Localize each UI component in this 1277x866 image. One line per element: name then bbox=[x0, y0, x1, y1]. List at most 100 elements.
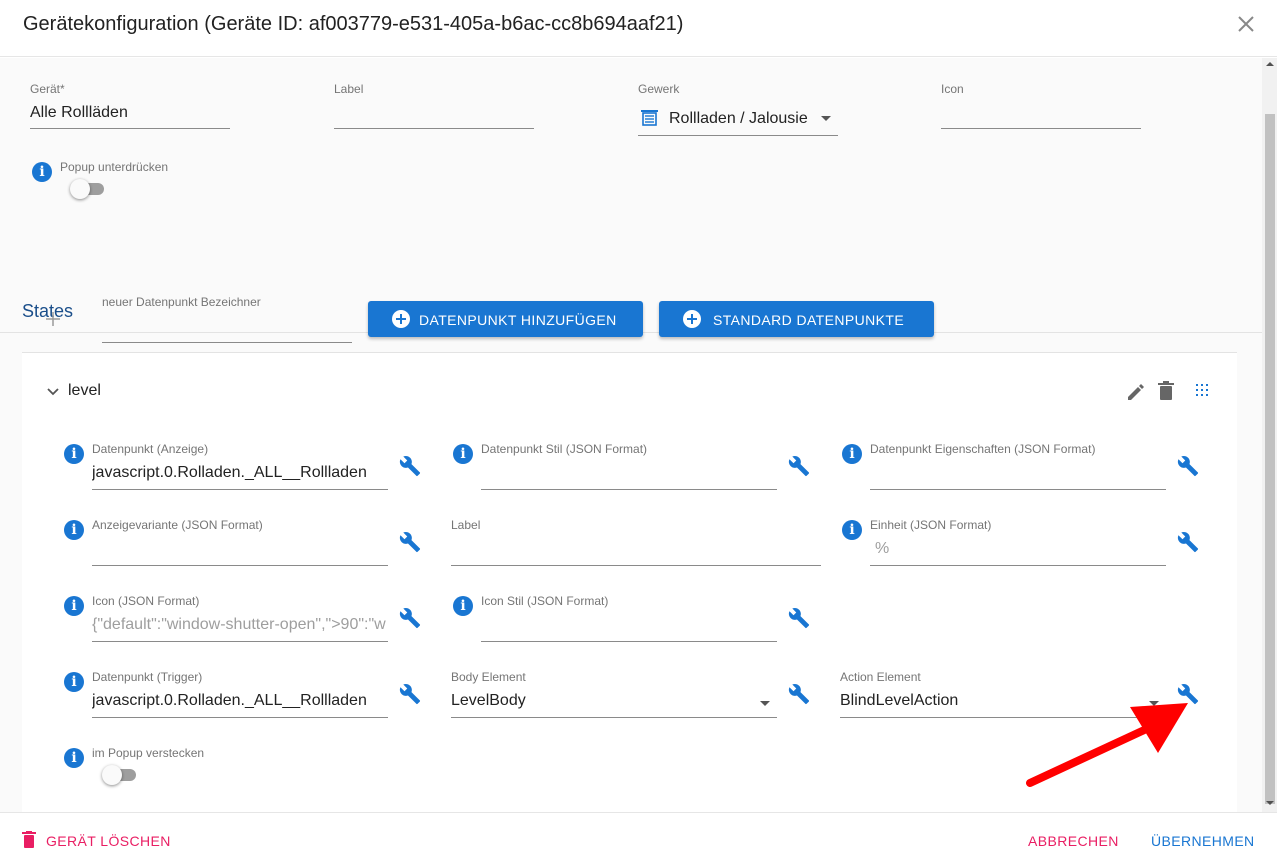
device-input[interactable]: Alle Rollläden bbox=[30, 104, 230, 122]
wrench-icon[interactable] bbox=[788, 455, 810, 477]
device-config-dialog: Gerätekonfiguration (Geräte ID: af003779… bbox=[0, 0, 1277, 866]
datapoint-display-label: Datenpunkt (Anzeige) bbox=[92, 442, 209, 456]
wrench-icon[interactable] bbox=[399, 683, 421, 705]
wrench-icon[interactable] bbox=[1177, 531, 1199, 553]
cancel-button[interactable]: ABBRECHEN bbox=[1028, 833, 1119, 849]
unit-input[interactable]: % bbox=[875, 540, 1165, 558]
hide-in-popup-label: im Popup verstecken bbox=[92, 746, 205, 760]
datapoint-display-underline bbox=[92, 489, 388, 490]
datapoint-display-field[interactable]: Datenpunkt (Anzeige) javascript.0.Rollad… bbox=[92, 442, 388, 490]
dialog-footer: GERÄT LÖSCHEN ABBRECHEN ÜBERNEHMEN bbox=[0, 812, 1277, 866]
body-element-label: Body Element bbox=[451, 670, 526, 684]
blinds-icon bbox=[641, 110, 658, 126]
trade-label: Gewerk bbox=[638, 82, 680, 96]
scroll-up-icon[interactable] bbox=[1266, 62, 1274, 66]
body-element-select[interactable]: Body Element LevelBody bbox=[451, 670, 777, 718]
close-icon[interactable] bbox=[1236, 14, 1256, 34]
icon-field[interactable]: Icon bbox=[941, 82, 1141, 130]
unit-field[interactable]: Einheit (JSON Format) % bbox=[870, 518, 1166, 566]
hide-in-popup-toggle[interactable] bbox=[102, 765, 138, 785]
standard-datapoints-button-label: STANDARD DATENPUNKTE bbox=[713, 312, 905, 328]
datapoint-trigger-underline bbox=[92, 717, 388, 718]
device-field[interactable]: Gerät* Alle Rollläden bbox=[30, 82, 230, 130]
wrench-icon[interactable] bbox=[788, 607, 810, 629]
annotation-arrow bbox=[1026, 703, 1188, 787]
required-mark: * bbox=[60, 82, 65, 96]
unit-underline bbox=[870, 565, 1166, 566]
info-icon[interactable]: i bbox=[64, 444, 84, 464]
suppress-popup-toggle[interactable] bbox=[70, 179, 106, 199]
datapoint-props-underline bbox=[870, 489, 1166, 490]
icon-style-underline bbox=[481, 641, 777, 642]
icon-json-label: Icon (JSON Format) bbox=[92, 594, 200, 608]
info-icon[interactable]: i bbox=[842, 444, 862, 464]
chevron-down-icon bbox=[760, 701, 770, 706]
icon-json-underline bbox=[92, 641, 388, 642]
add-circle-icon bbox=[683, 310, 701, 328]
scrollbar-thumb[interactable] bbox=[1265, 114, 1275, 804]
datapoint-display-input[interactable]: javascript.0.Rolladen._ALL__Rollladen bbox=[92, 464, 388, 482]
drag-handle-icon[interactable] bbox=[1195, 383, 1209, 397]
chevron-down-icon[interactable] bbox=[47, 388, 59, 396]
trade-select[interactable]: Gewerk Rollladen / Jalousie bbox=[638, 82, 838, 136]
state-label-underline bbox=[451, 565, 821, 566]
datapoint-trigger-label: Datenpunkt (Trigger) bbox=[92, 670, 203, 684]
icon-style-field[interactable]: Icon Stil (JSON Format) bbox=[481, 594, 777, 642]
unit-label: Einheit (JSON Format) bbox=[870, 518, 992, 532]
add-circle-icon bbox=[392, 310, 410, 328]
display-variant-label: Anzeigevariante (JSON Format) bbox=[92, 518, 263, 532]
wrench-icon[interactable] bbox=[1177, 455, 1199, 477]
label-underline bbox=[334, 128, 534, 129]
datapoint-trigger-field[interactable]: Datenpunkt (Trigger) javascript.0.Rollad… bbox=[92, 670, 388, 718]
info-icon[interactable]: i bbox=[453, 596, 473, 616]
action-element-label: Action Element bbox=[840, 670, 921, 684]
delete-icon[interactable] bbox=[22, 831, 36, 848]
state-label-field[interactable]: Label bbox=[451, 518, 821, 566]
standard-datapoints-button[interactable]: STANDARD DATENPUNKTE bbox=[659, 301, 934, 337]
datapoint-style-label: Datenpunkt Stil (JSON Format) bbox=[481, 442, 648, 456]
delete-device-button[interactable]: GERÄT LÖSCHEN bbox=[46, 833, 171, 849]
wrench-icon[interactable] bbox=[399, 607, 421, 629]
apply-button[interactable]: ÜBERNEHMEN bbox=[1151, 833, 1255, 849]
edit-icon[interactable] bbox=[1126, 382, 1146, 402]
icon-json-field[interactable]: Icon (JSON Format) {"default":"window-sh… bbox=[92, 594, 388, 642]
wrench-icon[interactable] bbox=[399, 531, 421, 553]
plus-icon[interactable] bbox=[45, 311, 61, 327]
new-datapoint-field[interactable]: neuer Datenpunkt Bezeichner bbox=[102, 295, 352, 343]
datapoint-style-field[interactable]: Datenpunkt Stil (JSON Format) bbox=[481, 442, 777, 490]
add-datapoint-button[interactable]: DATENPUNKT HINZUFÜGEN bbox=[368, 301, 643, 337]
info-icon[interactable]: i bbox=[64, 520, 84, 540]
label-field[interactable]: Label bbox=[334, 82, 534, 130]
wrench-icon[interactable] bbox=[788, 683, 810, 705]
info-icon[interactable]: i bbox=[453, 444, 473, 464]
display-variant-underline bbox=[92, 565, 388, 566]
new-datapoint-label: neuer Datenpunkt Bezeichner bbox=[102, 295, 261, 309]
info-icon[interactable]: i bbox=[64, 672, 84, 692]
wrench-icon[interactable] bbox=[399, 455, 421, 477]
icon-label: Icon bbox=[941, 82, 964, 96]
trade-underline bbox=[638, 135, 838, 136]
delete-icon[interactable] bbox=[1157, 381, 1175, 401]
body-element-value: LevelBody bbox=[451, 692, 526, 709]
info-icon[interactable]: i bbox=[32, 162, 52, 182]
info-icon[interactable]: i bbox=[64, 748, 84, 768]
label-field-label: Label bbox=[334, 82, 364, 96]
suppress-popup-label: Popup unterdrücken bbox=[60, 160, 169, 174]
datapoint-style-underline bbox=[481, 489, 777, 490]
display-variant-field[interactable]: Anzeigevariante (JSON Format) bbox=[92, 518, 388, 566]
scroll-down-icon[interactable] bbox=[1266, 801, 1274, 805]
dialog-title: Gerätekonfiguration (Geräte ID: af003779… bbox=[23, 13, 684, 35]
info-icon[interactable]: i bbox=[64, 596, 84, 616]
body-element-underline bbox=[451, 717, 777, 718]
icon-json-input[interactable]: {"default":"window-shutter-open",">90":"… bbox=[92, 616, 388, 634]
hide-in-popup-field: im Popup verstecken bbox=[92, 746, 292, 762]
dialog-header: Gerätekonfiguration (Geräte ID: af003779… bbox=[0, 0, 1277, 57]
device-label: Gerät bbox=[30, 82, 61, 96]
add-datapoint-button-label: DATENPUNKT HINZUFÜGEN bbox=[419, 312, 617, 328]
info-icon[interactable]: i bbox=[842, 520, 862, 540]
datapoint-trigger-input[interactable]: javascript.0.Rolladen._ALL__Rollladen bbox=[92, 692, 388, 710]
device-underline bbox=[30, 128, 230, 129]
datapoint-props-field[interactable]: Datenpunkt Eigenschaften (JSON Format) bbox=[870, 442, 1166, 490]
scrollbar[interactable] bbox=[1262, 58, 1277, 812]
datapoint-props-label: Datenpunkt Eigenschaften (JSON Format) bbox=[870, 442, 1096, 456]
